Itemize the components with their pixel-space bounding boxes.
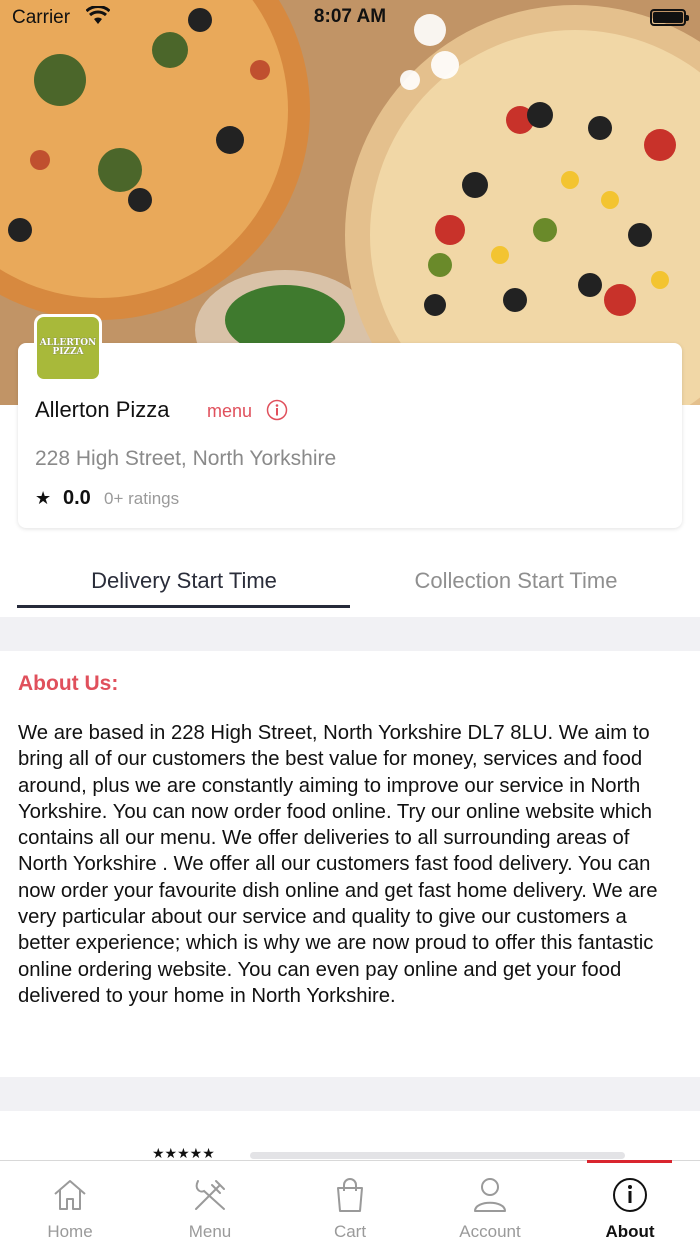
logo-text: ALLERTON PIZZA (39, 338, 97, 357)
tab-collection-start-time[interactable]: Collection Start Time (350, 568, 682, 608)
review-progress-bar (250, 1152, 625, 1159)
menu-link[interactable]: menu (207, 401, 252, 422)
nav-cart[interactable]: Cart (280, 1161, 420, 1244)
rating-value: 0.0 (63, 487, 91, 509)
nav-about-label: About (605, 1222, 655, 1241)
about-description: We are based in 228 High Street, North Y… (18, 722, 658, 1007)
section-divider (0, 617, 700, 651)
nav-menu[interactable]: Menu (140, 1161, 280, 1244)
section-divider (0, 1077, 700, 1111)
rating-count: 0+ ratings (104, 489, 180, 508)
nav-about[interactable]: About (560, 1161, 700, 1244)
info-icon (613, 1178, 647, 1212)
restaurant-name: Allerton Pizza (35, 397, 170, 422)
status-bar: Carrier 8:07 AM (0, 0, 700, 36)
shopping-bag-icon (337, 1178, 363, 1212)
cutlery-icon (195, 1180, 225, 1210)
bottom-nav: Home Menu Cart Account About (0, 1160, 700, 1244)
star-icon: ★ (35, 488, 52, 508)
user-icon (474, 1178, 506, 1212)
nav-account[interactable]: Account (420, 1161, 560, 1244)
restaurant-logo: ALLERTON PIZZA (34, 314, 102, 382)
nav-cart-label: Cart (333, 1222, 367, 1241)
status-time: 8:07 AM (313, 6, 387, 27)
active-tab-indicator (17, 605, 350, 608)
nav-active-indicator (587, 1160, 672, 1163)
nav-account-label: Account (459, 1222, 521, 1241)
nav-menu-label: Menu (188, 1222, 232, 1241)
restaurant-address: 228 High Street, North Yorkshire (35, 447, 337, 470)
nav-home-label: Home (47, 1222, 93, 1241)
battery-icon (650, 9, 689, 26)
home-icon (54, 1180, 86, 1210)
nav-home[interactable]: Home (0, 1161, 140, 1244)
about-title: About Us: (18, 672, 119, 695)
info-icon[interactable] (266, 399, 288, 421)
tab-delivery-start-time[interactable]: Delivery Start Time (18, 568, 350, 608)
